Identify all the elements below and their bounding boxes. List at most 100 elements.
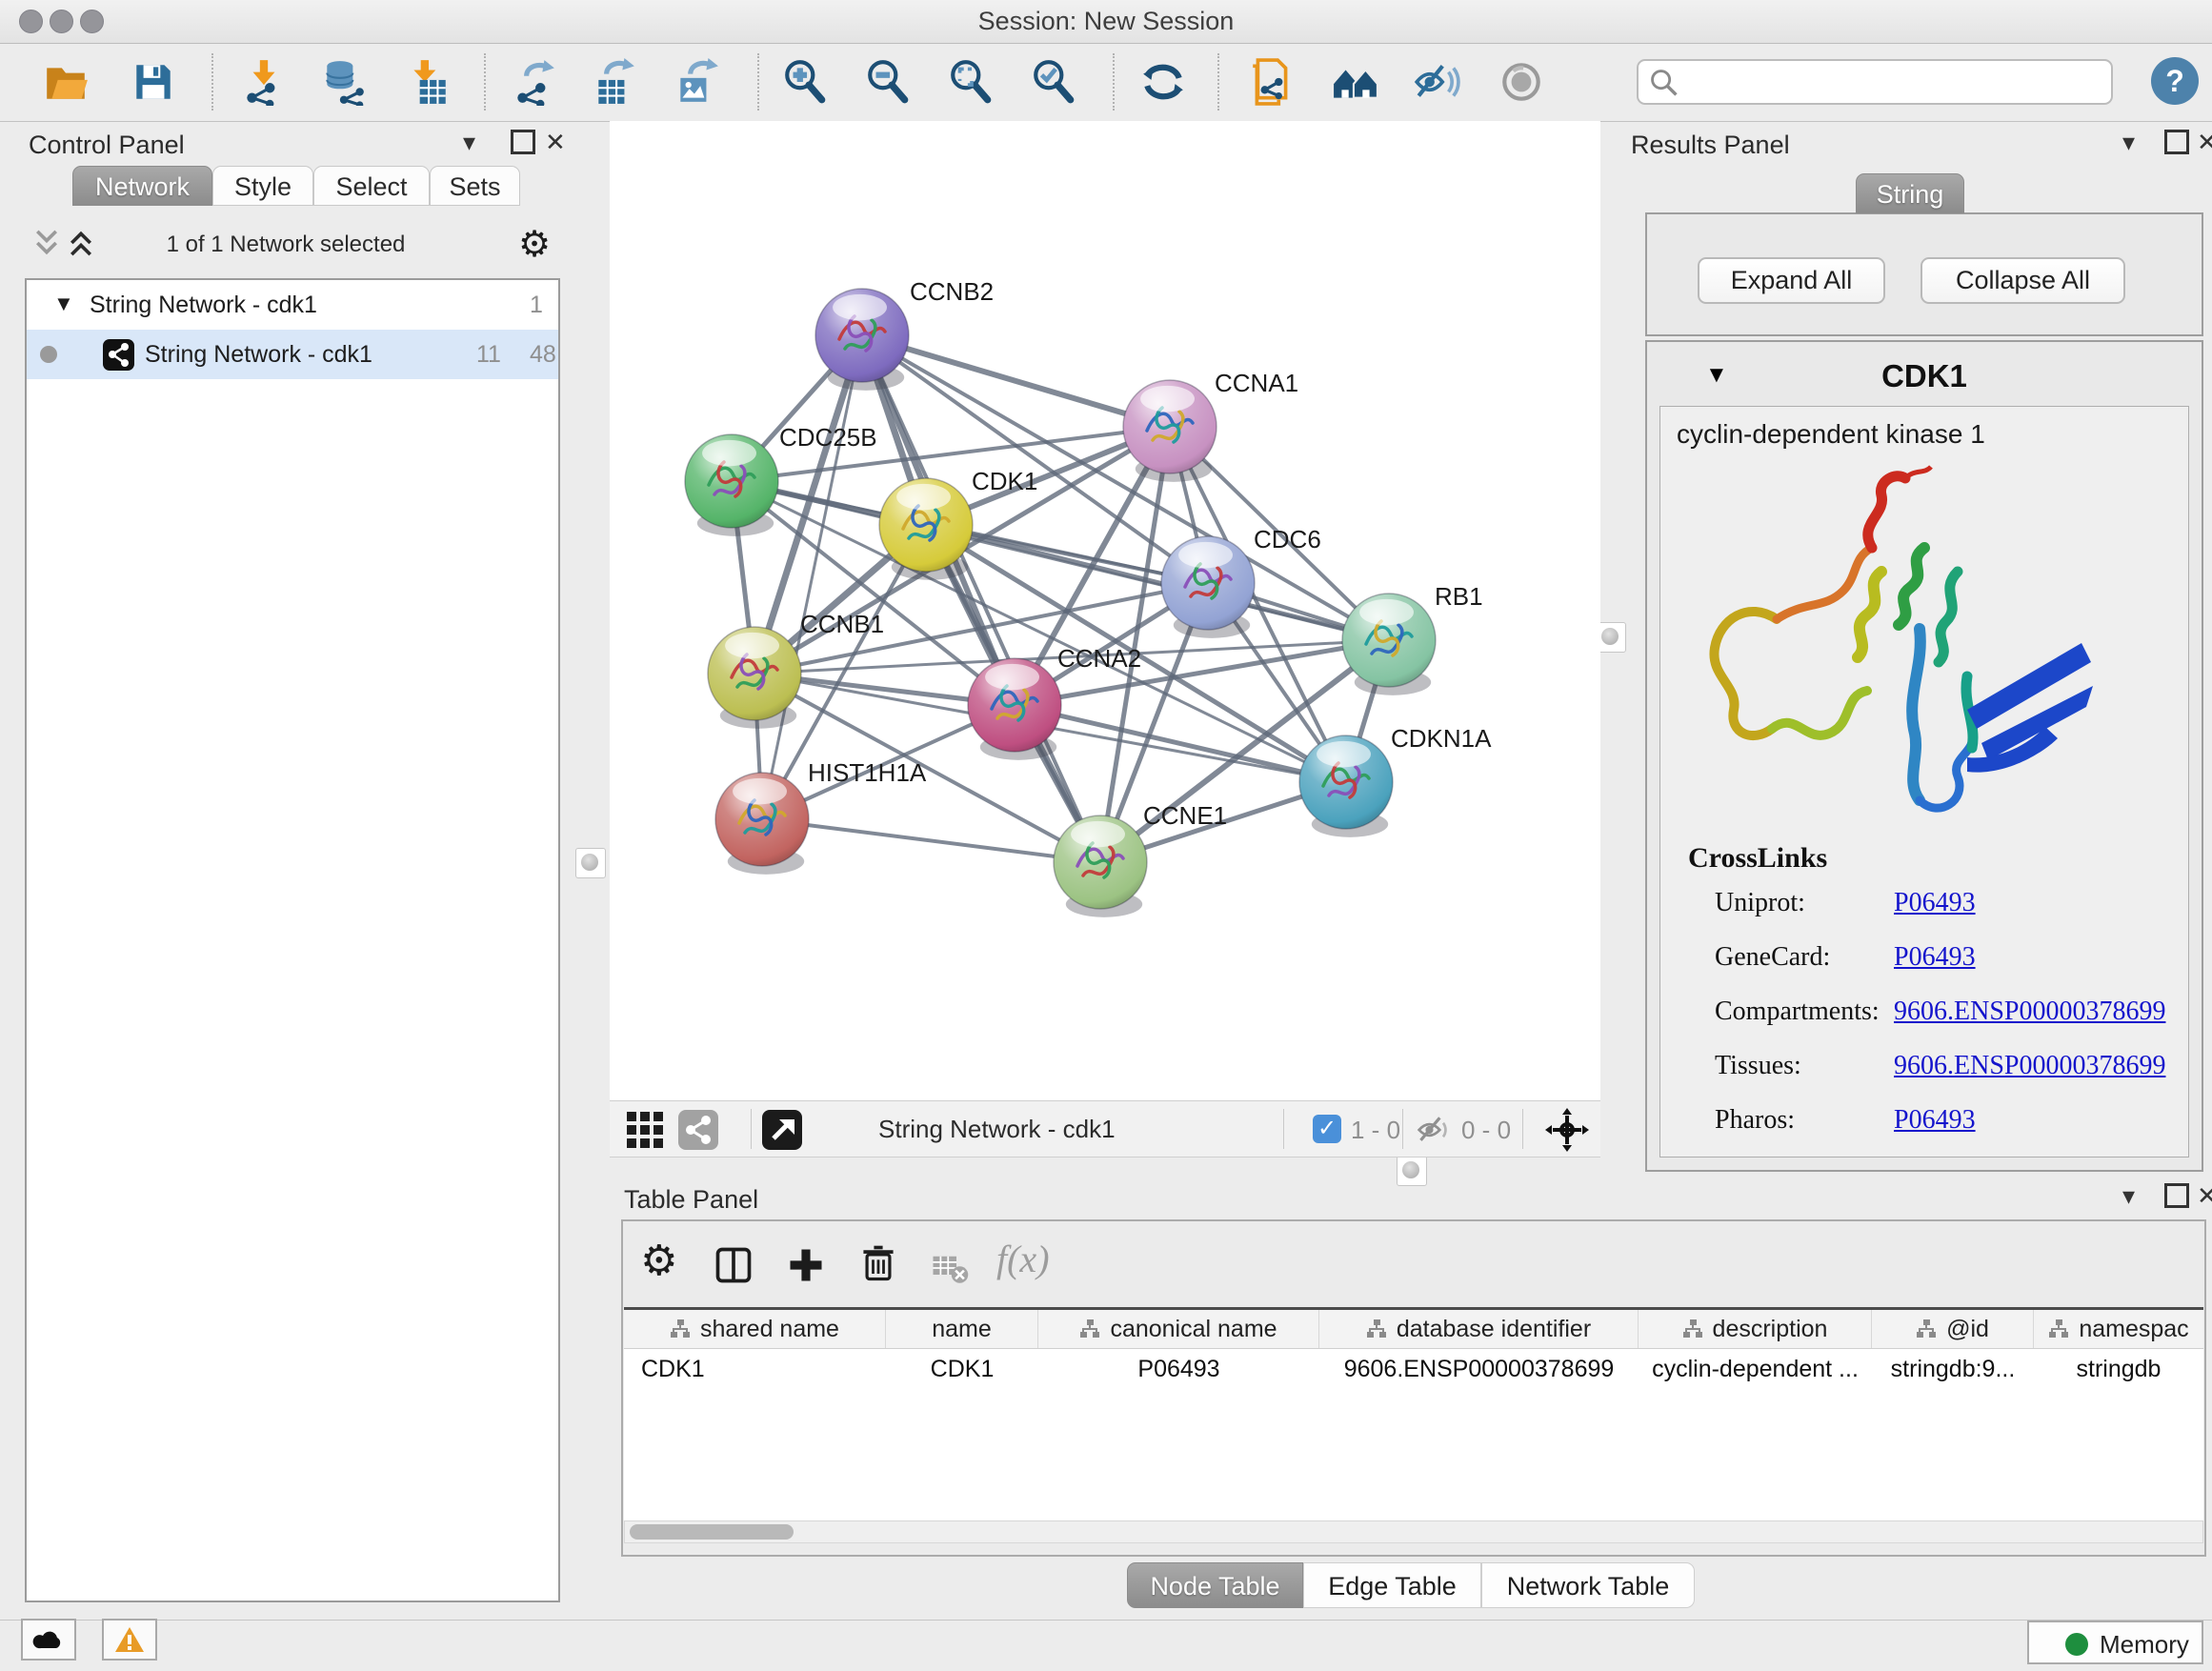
network-edge[interactable] [1015,705,1346,782]
network-node-RB1[interactable] [1342,594,1436,695]
tab-network-table[interactable]: Network Table [1481,1562,1695,1608]
column-header-namespace[interactable]: namespac [2034,1310,2203,1348]
open-session-icon[interactable] [42,58,90,106]
export-image-icon[interactable] [673,58,720,106]
tab-sets[interactable]: Sets [430,166,520,206]
memory-button[interactable]: Memory [2027,1621,2203,1664]
table-row[interactable]: CDK1 CDK1 P06493 9606.ENSP00000378699 cy… [624,1349,2203,1389]
preview-icon[interactable] [1498,58,1545,106]
zoom-out-icon[interactable] [864,58,912,106]
table-cell[interactable]: CDK1 [624,1349,886,1389]
results-panel-menu-icon[interactable]: ▾ [2122,128,2135,156]
open-in-window-icon[interactable] [762,1110,802,1150]
collapse-all-button[interactable]: Collapse All [1920,257,2125,304]
export-network-icon[interactable] [511,58,558,106]
table-panel-float-icon[interactable] [2164,1183,2189,1214]
compartments-link[interactable]: 9606.ENSP00000378699 [1894,997,2165,1026]
tab-string[interactable]: String [1856,173,1964,213]
grid-view-icon[interactable] [625,1110,665,1157]
import-table-icon[interactable] [404,58,452,106]
selected-checkbox[interactable]: ✓ [1313,1115,1341,1143]
zoom-fit-icon[interactable] [947,58,995,106]
export-table-icon[interactable] [591,58,638,106]
network-node-CDKN1A[interactable] [1299,735,1393,837]
crosslink-value: P06493 [1894,1105,1976,1136]
network-row[interactable]: String Network - cdk1 11 48 [27,330,558,379]
network-edge[interactable] [862,335,1170,427]
bottom-splitter-handle[interactable] [1397,1156,1427,1186]
search-input[interactable] [1686,65,2100,101]
birds-eye-view-icon[interactable] [678,1110,718,1150]
network-node-CCNB1[interactable] [708,627,801,729]
uniprot-link[interactable]: P06493 [1894,888,1976,917]
network-edge[interactable] [762,335,862,819]
home-icon[interactable] [1332,58,1379,106]
table-cell[interactable]: cyclin-dependent ... [1639,1349,1872,1389]
expand-all-icon[interactable] [67,227,95,264]
zoom-selected-icon[interactable] [1030,58,1077,106]
application-window: Session: New Session [0,0,2212,1671]
import-database-icon[interactable] [320,58,368,106]
table-cell[interactable]: P06493 [1038,1349,1319,1389]
table-panel-menu-icon[interactable]: ▾ [2122,1181,2135,1210]
network-canvas[interactable]: CCNB2CCNA1CDC25BCDK1CDC6RB1CCNB1CCNA2CDK… [610,121,1600,1100]
table-horizontal-scrollbar[interactable] [624,1520,2203,1543]
column-header-canonical-name[interactable]: canonical name [1038,1310,1319,1348]
share-document-icon[interactable] [1248,58,1296,106]
results-panel-float-icon[interactable] [2164,130,2189,160]
tab-node-table[interactable]: Node Table [1127,1562,1303,1608]
import-network-icon[interactable] [240,58,288,106]
network-edge[interactable] [762,819,1100,862]
genecard-link[interactable]: P06493 [1894,942,1976,972]
help-icon[interactable]: ? [2151,57,2199,105]
collection-expand-icon[interactable]: ▼ [53,292,74,316]
expand-all-button[interactable]: Expand All [1698,257,1885,304]
column-header-description[interactable]: description [1639,1310,1872,1348]
tab-network[interactable]: Network [72,166,212,206]
show-columns-icon[interactable] [713,1244,754,1291]
collapse-all-icon[interactable] [32,227,61,264]
add-column-icon[interactable] [785,1244,827,1291]
hide-panel-icon[interactable] [1413,58,1460,106]
table-cell[interactable]: 9606.ENSP00000378699 [1319,1349,1639,1389]
column-header-name[interactable]: name [886,1310,1038,1348]
control-panel-float-icon[interactable] [511,130,535,160]
table-cell[interactable]: CDK1 [886,1349,1038,1389]
left-splitter-handle[interactable] [575,848,606,878]
network-options-gear-icon[interactable]: ⚙ [518,223,551,266]
table-panel-close-icon[interactable]: ✕ [2197,1181,2212,1210]
table-cell[interactable]: stringdb [2034,1349,2203,1389]
control-panel-close-icon[interactable]: ✕ [545,128,566,156]
column-header-id[interactable]: @id [1872,1310,2034,1348]
table-settings-gear-icon[interactable]: ⚙ [640,1237,677,1285]
network-view-toolbar: String Network - cdk1 ✓ 1 - 0 0 - 0 [610,1100,1600,1158]
network-node-CCNE1[interactable] [1054,815,1147,917]
save-session-icon[interactable] [130,58,177,106]
network-node-CCNB2[interactable] [815,289,909,391]
network-node-CDC25B[interactable] [685,434,778,536]
column-header-database-identifier[interactable]: database identifier [1319,1310,1639,1348]
table-cell[interactable]: stringdb:9... [1872,1349,2034,1389]
fit-content-crosshair-icon[interactable] [1545,1108,1589,1158]
results-panel-close-icon[interactable]: ✕ [2197,128,2212,156]
network-collection-row[interactable]: ▼ String Network - cdk1 1 [27,280,558,330]
network-node-CDK1[interactable] [879,478,973,580]
refresh-icon[interactable] [1139,58,1187,106]
zoom-in-icon[interactable] [781,58,829,106]
column-tree-icon [670,1319,691,1339]
control-panel-menu-icon[interactable]: ▾ [463,128,475,156]
tissues-link[interactable]: 9606.ENSP00000378699 [1894,1051,2165,1080]
network-node-HIST1H1A[interactable] [715,773,809,875]
column-header-shared-name[interactable]: shared name [624,1310,886,1348]
warning-status-button[interactable] [102,1619,157,1661]
network-node-CDC6[interactable] [1161,536,1255,638]
scrollbar-thumb[interactable] [630,1524,794,1540]
network-node-CCNA1[interactable] [1123,380,1217,482]
pharos-link[interactable]: P06493 [1894,1105,1976,1135]
delete-column-trash-icon[interactable] [857,1242,899,1289]
tab-style[interactable]: Style [212,166,313,206]
cloud-status-button[interactable] [21,1619,76,1661]
tab-select[interactable]: Select [313,166,430,206]
tab-edge-table[interactable]: Edge Table [1303,1562,1481,1608]
network-node-CCNA2[interactable] [968,658,1061,760]
